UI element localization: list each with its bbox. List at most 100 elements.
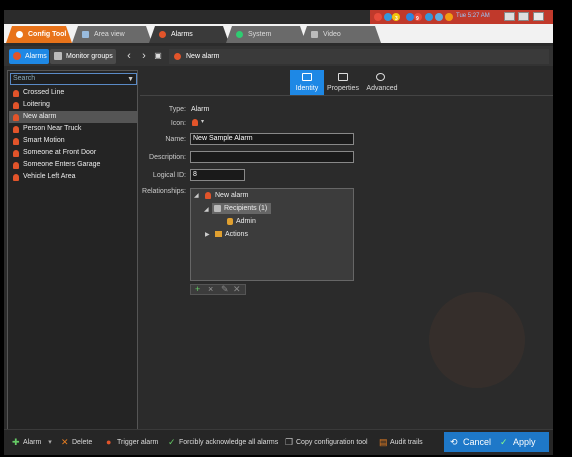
- list-item[interactable]: Someone Enters Garage: [9, 159, 138, 171]
- list-item[interactable]: Crossed Line: [9, 87, 138, 99]
- speaker-icon[interactable]: [425, 13, 433, 21]
- list-item[interactable]: Loitering: [9, 99, 138, 111]
- minimize-button[interactable]: [504, 12, 515, 21]
- tab-video[interactable]: Video: [301, 26, 381, 43]
- tab-label: Properties: [327, 85, 359, 92]
- divider: [140, 95, 553, 96]
- list-item-label: Loitering: [23, 101, 50, 108]
- alarm-watermark-icon: [429, 292, 525, 388]
- tree-node-label: Recipients (1): [224, 205, 268, 212]
- tree-node-recipients[interactable]: Recipients (1): [212, 203, 272, 214]
- chevron-down-icon: ▾: [201, 119, 205, 125]
- tab-area-view[interactable]: Area view: [72, 26, 152, 43]
- list-item[interactable]: Smart Motion: [9, 135, 138, 147]
- icon-picker[interactable]: ▾: [191, 118, 211, 128]
- alarm-icon: [13, 126, 19, 133]
- search-placeholder: Search: [13, 75, 36, 82]
- copy-configuration-tool-button[interactable]: ❐ Copy configuration tool: [285, 438, 368, 448]
- trigger-alarm-button[interactable]: ● Trigger alarm: [106, 438, 158, 448]
- system-tray: 3 9 Tue 5:27 AM: [370, 10, 553, 24]
- user-icon: [227, 218, 233, 225]
- user-icon[interactable]: [406, 13, 414, 21]
- tab-alarms[interactable]: Alarms: [149, 26, 229, 43]
- collapse-arrow-icon[interactable]: ▶: [205, 231, 210, 238]
- add-icon[interactable]: +: [195, 284, 200, 294]
- alarm-badge: 9: [416, 16, 419, 22]
- search-input[interactable]: Search ▼: [10, 73, 137, 85]
- filter-icon[interactable]: ▼: [127, 75, 134, 85]
- logical-id-label: Logical ID:: [152, 172, 186, 179]
- remove-icon[interactable]: ×: [208, 284, 213, 294]
- app-window: 3 9 Tue 5:27 AM Config Tool Area view Al…: [4, 10, 553, 455]
- list-item[interactable]: Vehicle Left Area: [9, 171, 138, 183]
- button-label: Alarms: [25, 53, 47, 60]
- tab-label: Area view: [94, 31, 125, 38]
- logical-id-field[interactable]: 8: [190, 169, 245, 181]
- globe-icon: [236, 31, 243, 38]
- button-label: Delete: [72, 439, 93, 446]
- tab-identity[interactable]: Identity: [290, 70, 324, 95]
- clear-icon[interactable]: ✕: [233, 284, 241, 295]
- tree-node-actions[interactable]: Actions: [225, 229, 248, 240]
- user-icon: [214, 205, 221, 212]
- list-item-selected[interactable]: New alarm: [9, 111, 138, 123]
- alarm-icon: [192, 119, 198, 126]
- list-item[interactable]: Person Near Truck: [9, 123, 138, 135]
- monitor-groups-button[interactable]: Monitor groups: [50, 49, 116, 64]
- button-label: Copy configuration tool: [296, 439, 368, 446]
- monitor-icon[interactable]: [435, 13, 443, 21]
- cancel-apply-bar: ⟲ Cancel ✓ Apply: [444, 432, 549, 452]
- chevron-down-icon: ▾: [48, 439, 52, 446]
- type-label: Type:: [168, 106, 186, 113]
- audit-trails-button[interactable]: ▤ Audit trails: [379, 438, 423, 448]
- name-field[interactable]: New Sample Alarm: [190, 133, 354, 145]
- lock-icon[interactable]: [445, 13, 453, 21]
- alarm-icon: [13, 52, 21, 60]
- button-label: Audit trails: [390, 439, 423, 446]
- maximize-button[interactable]: [518, 12, 529, 21]
- tab-label: Video: [323, 31, 341, 38]
- apply-button[interactable]: ✓ Apply: [500, 437, 536, 447]
- edit-icon[interactable]: ✎: [221, 284, 229, 295]
- button-label: Trigger alarm: [117, 439, 159, 446]
- properties-icon: [338, 73, 348, 81]
- button-label: Apply: [513, 437, 536, 447]
- tab-properties[interactable]: Properties: [326, 70, 360, 95]
- list-item[interactable]: Someone at Front Door: [9, 147, 138, 159]
- back-arrow-icon[interactable]: ‹: [123, 49, 135, 63]
- network-icon[interactable]: [384, 13, 392, 21]
- alarm-icon: [13, 114, 19, 121]
- close-button[interactable]: [533, 12, 544, 21]
- map-icon: [82, 31, 89, 38]
- relationships-label: Relationships:: [142, 188, 186, 195]
- tab-advanced[interactable]: Advanced: [364, 70, 400, 95]
- expand-arrow-icon[interactable]: ◢: [204, 206, 209, 213]
- check-icon: ✓: [500, 437, 508, 447]
- description-field[interactable]: [190, 151, 354, 163]
- gear-icon: [376, 73, 385, 81]
- add-alarm-button[interactable]: ✚ Alarm ▾: [12, 438, 52, 448]
- network-view-icon[interactable]: ▣: [152, 49, 164, 63]
- cancel-icon: ⟲: [450, 437, 458, 447]
- expand-arrow-icon[interactable]: ◢: [194, 192, 199, 199]
- list-item-label: New alarm: [23, 113, 57, 120]
- forward-arrow-icon[interactable]: ›: [138, 49, 150, 63]
- tree-node-admin[interactable]: Admin: [236, 216, 256, 227]
- list-item-label: Crossed Line: [23, 89, 65, 96]
- tab-label: Advanced: [366, 85, 398, 92]
- alarms-view-button[interactable]: Alarms: [9, 49, 49, 64]
- tab-config-tool[interactable]: Config Tool: [6, 26, 72, 43]
- group-icon: [54, 52, 62, 60]
- alarm-icon: [159, 31, 166, 38]
- cancel-button[interactable]: ⟲ Cancel: [450, 437, 491, 447]
- delete-button[interactable]: ✕ Delete: [61, 438, 92, 448]
- acknowledge-all-button[interactable]: ✓ Forcibly acknowledge all alarms: [168, 438, 278, 448]
- description-label: Description:: [149, 154, 186, 161]
- tree-node-root[interactable]: New alarm: [215, 190, 248, 201]
- alert-icon[interactable]: [374, 13, 382, 21]
- list-item-label: Smart Motion: [23, 137, 65, 144]
- alarm-icon: [13, 102, 19, 109]
- alarm-icon: ●: [106, 437, 112, 447]
- tab-system[interactable]: System: [226, 26, 306, 43]
- button-label: Monitor groups: [66, 53, 113, 60]
